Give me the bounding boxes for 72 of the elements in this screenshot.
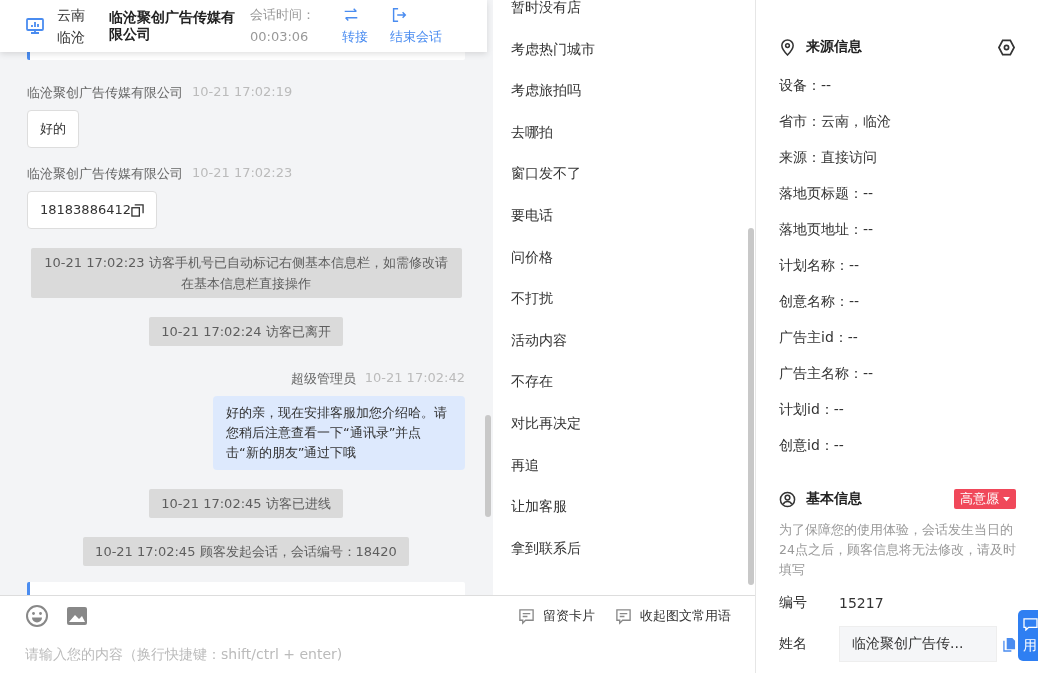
phrase-item[interactable]: 不打扰 (493, 278, 755, 320)
info-row-text: 落地页标题：-- (779, 185, 874, 203)
phrase-item[interactable]: 再追 (493, 444, 755, 487)
info-row-text: 计划名称：-- (779, 257, 860, 275)
info-row-text: 创意名称：-- (779, 293, 860, 311)
phrase-item[interactable]: 去哪拍 (493, 111, 755, 154)
phrase-item[interactable]: 问价格 (493, 236, 755, 279)
phrase-item[interactable]: 不存在 (493, 361, 755, 403)
transfer-button[interactable]: 转接 (342, 6, 368, 46)
phrase-item[interactable]: 要电话 (493, 194, 755, 237)
message-icon (518, 607, 535, 625)
message-bubble: 好的亲，现在安排客服加您介绍哈。请您稍后注意查看一下“通讯录”并点击“新的朋友”通过下哦 (213, 396, 465, 470)
info-row-text: 来源：直接访问 (779, 149, 877, 167)
side-tab[interactable]: 用 (1018, 610, 1038, 661)
exit-icon (390, 6, 408, 24)
user-icon (779, 490, 796, 508)
settings-icon[interactable] (997, 37, 1016, 57)
sender-name: 超级管理员 (290, 370, 356, 388)
info-row-text: 广告主id：-- (779, 329, 858, 347)
toolbar-button[interactable]: 收起图文常用语 (615, 607, 731, 625)
phrase-item[interactable]: 窗口发不了 (493, 153, 755, 195)
session-timer: 00:03:06 (250, 28, 310, 46)
toolbar-button[interactable]: 留资卡片 (518, 607, 595, 625)
message-icon (615, 607, 632, 625)
phrase-item[interactable]: 活动内容 (493, 319, 755, 362)
sender-name: 临沧聚创广告传媒有限公司 (27, 84, 183, 102)
chat-icon (1022, 618, 1038, 631)
system-notice: 10-21 17:02:45 访客已进线 (149, 489, 343, 518)
location-pin-icon (779, 38, 796, 56)
system-notice: 10-21 17:02:24 访客已离开 (149, 317, 343, 346)
swap-arrows-icon (342, 6, 360, 24)
company-name: 临沧聚创广告传媒有限公司 (109, 9, 235, 43)
caret-icon (1003, 496, 1010, 502)
section-title: 基本信息 (806, 490, 862, 508)
notice-text: 为了保障您的使用体验，会话发生当日的24点之后，顾客信息将无法修改，请及时填写 (779, 521, 1016, 579)
sender-name: 临沧聚创广告传媒有限公司 (27, 165, 183, 183)
phrase-item[interactable]: 对比再决定 (493, 402, 755, 445)
end-session-button[interactable]: 结束会话 (390, 6, 442, 46)
timer-label: 会话时间： (250, 6, 316, 24)
field-value: 15217 (839, 595, 884, 611)
scrollbar-thumb[interactable] (485, 415, 491, 517)
location-text: 临沧 (57, 28, 86, 47)
image-icon[interactable] (65, 604, 89, 628)
message-time: 10-21 17:02:42 (364, 370, 465, 387)
message-time: 10-21 17:02:23 (192, 165, 293, 182)
info-row-text: 计划id：-- (779, 401, 844, 419)
intent-dropdown[interactable]: 高意愿 (954, 489, 1016, 509)
system-notice: 10-21 17:02:45 顾客发起会话，会话编号：18420 (83, 537, 409, 566)
field-label: 编号 (779, 594, 808, 612)
copy-icon[interactable] (131, 203, 144, 217)
emoji-icon[interactable] (25, 604, 49, 628)
message-bubble: 18183886412 (27, 191, 157, 229)
system-notice: 10-21 17:02:23 访客手机号已自动标记右侧基本信息栏，如需修改请在基本信息栏直接操作 (30, 248, 462, 298)
phrase-item[interactable]: 考虑旅拍吗 (493, 70, 755, 112)
info-row-text: 设备：-- (779, 77, 832, 95)
phrase-item[interactable]: 让加客服 (493, 486, 755, 528)
phrase-item[interactable]: 拿到联系后 (493, 527, 755, 570)
section-title: 来源信息 (806, 38, 862, 56)
field-label: 姓名 (779, 635, 808, 653)
phrase-item[interactable]: 考虑热门城市 (493, 28, 755, 71)
info-row-text: 创意id：-- (779, 437, 844, 455)
info-row-text: 广告主名称：-- (779, 365, 874, 383)
message-time: 10-21 17:02:19 (192, 84, 293, 101)
location-text: 云南 (57, 6, 86, 25)
message-bubble: 好的 (27, 110, 79, 148)
info-row-text: 落地页地址：-- (779, 221, 874, 239)
monitor-icon (25, 16, 45, 36)
phrase-item[interactable]: 暂时没有店 (493, 0, 755, 29)
scrollbar-thumb[interactable] (748, 228, 754, 585)
message-input[interactable]: 请输入您的内容（换行快捷键：shift/ctrl + enter) (25, 646, 731, 662)
info-row-text: 省市：云南，临沧 (779, 113, 891, 131)
name-field[interactable]: 临沧聚创广告传... (839, 626, 997, 662)
